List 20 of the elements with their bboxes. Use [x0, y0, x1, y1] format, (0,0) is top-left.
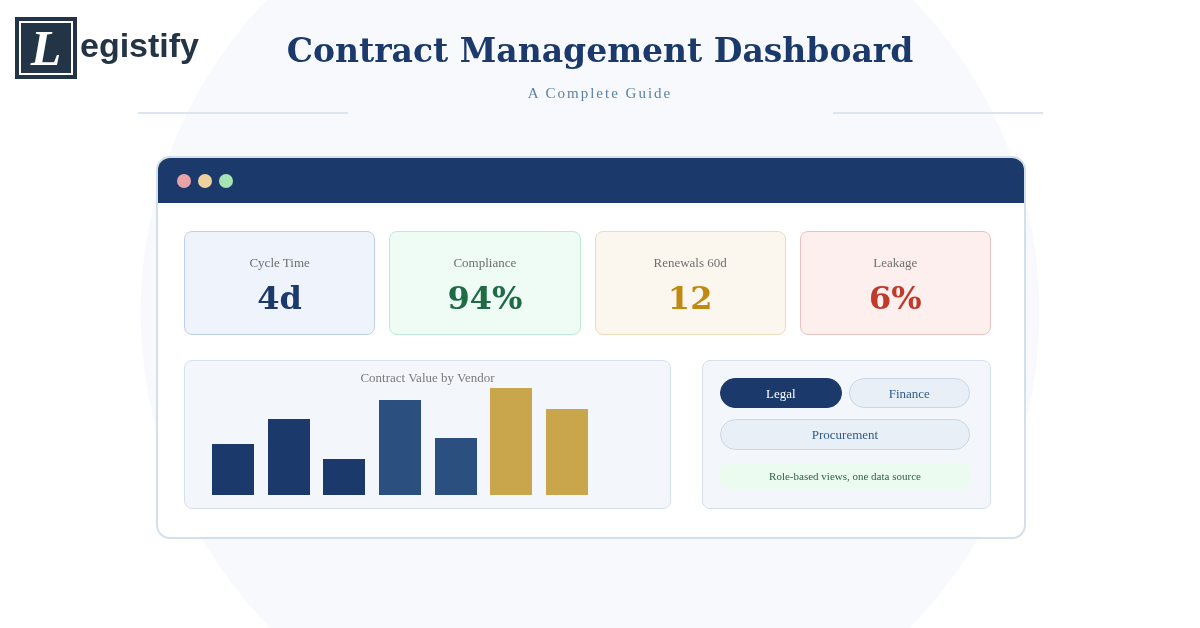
kpi-label: Compliance [453, 255, 517, 271]
logo-wordmark: egistify [80, 25, 200, 65]
kpi-label: Renewals 60d [653, 255, 727, 271]
kpi-label: Leakage [873, 255, 918, 271]
page-subtitle: A Complete Guide [527, 84, 673, 102]
page-title: Contract Management Dashboard [286, 31, 914, 71]
chart-title: Contract Value by Vendor [360, 370, 495, 385]
kpi-value: 94% [447, 278, 523, 318]
role-tab[interactable]: Procurement [720, 419, 970, 450]
window-dot-icon [219, 173, 233, 188]
kpi-value: 12 [667, 278, 713, 318]
role-tab[interactable]: Finance [848, 378, 970, 408]
role-tab[interactable]: Legal [720, 378, 842, 408]
window-dot-icon [177, 173, 191, 188]
kpi-value: 6% [869, 278, 922, 318]
kpi-value: 4d [257, 278, 302, 318]
info-note: Role-based views, one data source [720, 463, 970, 489]
kpi-label: Cycle Time [249, 255, 310, 271]
logo-mark: L [15, 17, 77, 79]
window-dot-icon [198, 173, 212, 188]
